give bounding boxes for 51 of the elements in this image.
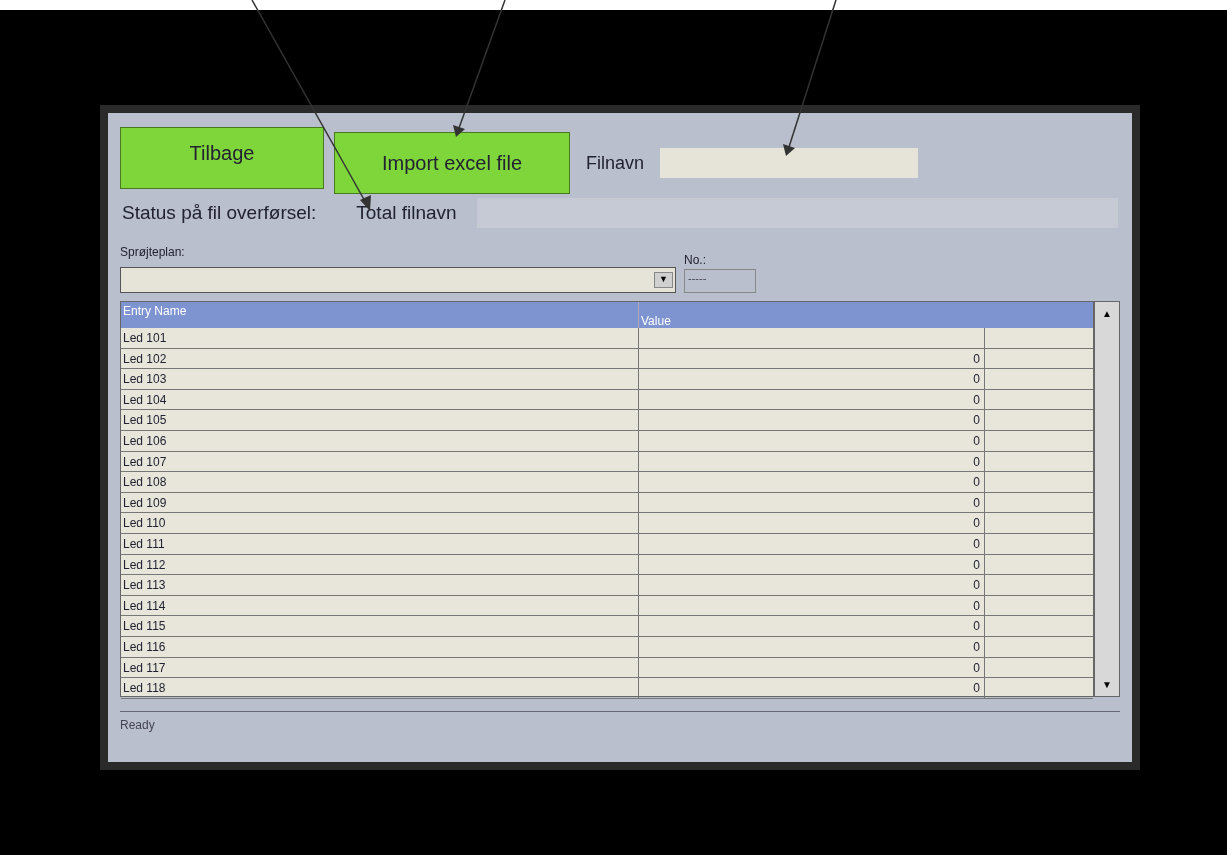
table-cell: 0	[639, 657, 985, 678]
scroll-down-button[interactable]: ▼	[1102, 677, 1112, 696]
table-cell: 0	[639, 595, 985, 616]
table-cell: Led 103	[121, 369, 639, 389]
table-cell: 0	[639, 533, 985, 554]
table-cell: Led 116	[121, 636, 639, 657]
table-cell: Led 118	[121, 678, 639, 698]
table-cell: 0	[639, 472, 985, 492]
table-cell: Led 117	[121, 657, 639, 678]
table-cell: 0	[639, 348, 985, 369]
table-cell: 0	[639, 513, 985, 533]
table-cell: Led 110	[121, 513, 639, 533]
scroll-up-button[interactable]: ▲	[1102, 302, 1112, 321]
table-cell: 0	[639, 389, 985, 410]
table-cell: Led 101	[121, 328, 639, 348]
table-cell: Led 109	[121, 492, 639, 513]
table-cell: Led 105	[121, 410, 639, 430]
filename-label: Filnavn	[586, 151, 645, 175]
plan-dropdown[interactable]: ▼	[120, 267, 676, 293]
total-filename-label: Total filnavn	[356, 200, 457, 225]
column-header: Entry Name	[121, 302, 639, 328]
table-cell: 0	[639, 636, 985, 657]
table-cell: Led 115	[121, 616, 639, 636]
table-cell: Led 114	[121, 595, 639, 616]
table-cell: Led 112	[121, 554, 639, 575]
table-cell: Led 106	[121, 430, 639, 451]
filename-field[interactable]	[660, 148, 919, 178]
scrollbar[interactable]: ▲ ▼	[1094, 301, 1120, 697]
back-button[interactable]: Tilbage	[120, 127, 324, 189]
table-cell: 0	[639, 451, 985, 472]
table-cell: Led 104	[121, 389, 639, 410]
import-button[interactable]: Import excel file	[334, 132, 570, 194]
table-cell: 0	[639, 430, 985, 451]
table-cell: 0	[639, 575, 985, 595]
table-cell: Led 111	[121, 533, 639, 554]
number-label: No.:	[684, 252, 707, 269]
table-cell: Led 102	[121, 348, 639, 369]
status-bar-text: Ready	[120, 718, 155, 732]
status-label: Status på fil overførsel:	[122, 200, 317, 225]
number-field: -----	[684, 269, 756, 293]
table-cell: 0	[639, 678, 985, 698]
table-cell: Led 113	[121, 575, 639, 595]
table-cell: 0	[639, 410, 985, 430]
table-cell: 0	[639, 492, 985, 513]
table-cell: 0	[639, 554, 985, 575]
plan-label: Sprøjteplan:	[120, 244, 186, 261]
table-cell: Led 107	[121, 451, 639, 472]
column-header: Value	[640, 313, 672, 328]
table-cell: 0	[639, 369, 985, 389]
table-cell: 0	[639, 616, 985, 636]
table-cell: Led 108	[121, 472, 639, 492]
